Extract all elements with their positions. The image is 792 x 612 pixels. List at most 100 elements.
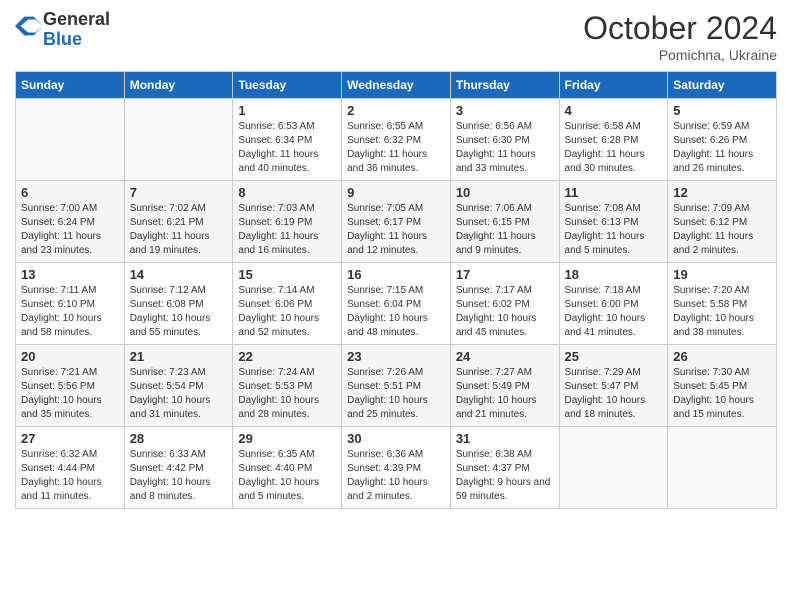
calendar-cell: 2 Sunrise: 6:55 AM Sunset: 6:32 PM Daylig…	[342, 99, 451, 181]
calendar-body: 1 Sunrise: 6:53 AM Sunset: 6:34 PM Daylig…	[16, 99, 777, 509]
day-number: 11	[565, 185, 663, 200]
day-info: Sunrise: 7:00 AM Sunset: 6:24 PM Dayligh…	[21, 202, 119, 258]
day-info: Sunrise: 7:14 AM Sunset: 6:06 PM Dayligh…	[238, 284, 336, 340]
calendar-cell	[124, 99, 233, 181]
day-number: 23	[347, 349, 445, 364]
calendar-cell: 26 Sunrise: 7:30 AM Sunset: 5:45 PM Dayli…	[668, 345, 777, 427]
calendar-cell: 30 Sunrise: 6:36 AM Sunset: 4:39 PM Dayli…	[342, 427, 451, 509]
day-info: Sunrise: 6:35 AM Sunset: 4:40 PM Dayligh…	[238, 448, 336, 504]
day-info: Sunrise: 6:59 AM Sunset: 6:26 PM Dayligh…	[673, 120, 771, 176]
day-info: Sunrise: 7:11 AM Sunset: 6:10 PM Dayligh…	[21, 284, 119, 340]
calendar-cell: 25 Sunrise: 7:29 AM Sunset: 5:47 PM Dayli…	[559, 345, 668, 427]
day-info: Sunrise: 7:30 AM Sunset: 5:45 PM Dayligh…	[673, 366, 771, 422]
page-header: General Blue October 2024 Pomichna, Ukra…	[15, 10, 777, 63]
day-info: Sunrise: 7:12 AM Sunset: 6:08 PM Dayligh…	[130, 284, 228, 340]
day-info: Sunrise: 7:27 AM Sunset: 5:49 PM Dayligh…	[456, 366, 554, 422]
calendar-cell: 22Sunrise: 7:24 AM Sunset: 5:53 PM Dayli…	[233, 345, 342, 427]
day-info: Sunrise: 7:21 AM Sunset: 5:56 PM Dayligh…	[21, 366, 119, 422]
col-header-monday: Monday	[124, 72, 233, 99]
day-info: Sunrise: 7:05 AM Sunset: 6:17 PM Dayligh…	[347, 202, 445, 258]
logo-blue: Blue	[43, 29, 82, 49]
day-info: Sunrise: 7:26 AM Sunset: 5:51 PM Dayligh…	[347, 366, 445, 422]
week-row-5: 27Sunrise: 6:32 AM Sunset: 4:44 PM Dayli…	[16, 427, 777, 509]
day-number: 6	[21, 185, 119, 200]
calendar-cell: 5 Sunrise: 6:59 AM Sunset: 6:26 PM Daylig…	[668, 99, 777, 181]
title-block: October 2024 Pomichna, Ukraine	[583, 10, 777, 63]
day-number: 24	[456, 349, 554, 364]
calendar-cell: 7 Sunrise: 7:02 AM Sunset: 6:21 PM Daylig…	[124, 181, 233, 263]
day-number: 8	[238, 185, 336, 200]
day-info: Sunrise: 7:18 AM Sunset: 6:00 PM Dayligh…	[565, 284, 663, 340]
calendar-cell: 13 Sunrise: 7:11 AM Sunset: 6:10 PM Dayli…	[16, 263, 125, 345]
day-info: Sunrise: 6:55 AM Sunset: 6:32 PM Dayligh…	[347, 120, 445, 176]
calendar-cell: 31 Sunrise: 6:38 AM Sunset: 4:37 PM Dayli…	[450, 427, 559, 509]
day-number: 29	[238, 431, 336, 446]
calendar-cell: 20Sunrise: 7:21 AM Sunset: 5:56 PM Dayli…	[16, 345, 125, 427]
day-number: 14	[130, 267, 228, 282]
day-number: 12	[673, 185, 771, 200]
calendar-cell	[559, 427, 668, 509]
day-info: Sunrise: 7:17 AM Sunset: 6:02 PM Dayligh…	[456, 284, 554, 340]
calendar-table: SundayMondayTuesdayWednesdayThursdayFrid…	[15, 71, 777, 509]
day-info: Sunrise: 7:20 AM Sunset: 5:58 PM Dayligh…	[673, 284, 771, 340]
logo-general: General	[43, 9, 110, 29]
calendar-cell: 4Sunrise: 6:58 AM Sunset: 6:28 PM Daylig…	[559, 99, 668, 181]
calendar-cell: 10Sunrise: 7:06 AM Sunset: 6:15 PM Dayli…	[450, 181, 559, 263]
day-number: 7	[130, 185, 228, 200]
day-number: 25	[565, 349, 663, 364]
col-header-wednesday: Wednesday	[342, 72, 451, 99]
calendar-cell: 1 Sunrise: 6:53 AM Sunset: 6:34 PM Daylig…	[233, 99, 342, 181]
day-info: Sunrise: 7:06 AM Sunset: 6:15 PM Dayligh…	[456, 202, 554, 258]
day-info: Sunrise: 7:08 AM Sunset: 6:13 PM Dayligh…	[565, 202, 663, 258]
calendar-cell: 12 Sunrise: 7:09 AM Sunset: 6:12 PM Dayli…	[668, 181, 777, 263]
calendar-cell: 19Sunrise: 7:20 AM Sunset: 5:58 PM Dayli…	[668, 263, 777, 345]
day-number: 3	[456, 103, 554, 118]
day-info: Sunrise: 7:02 AM Sunset: 6:21 PM Dayligh…	[130, 202, 228, 258]
day-number: 31	[456, 431, 554, 446]
calendar-cell: 8 Sunrise: 7:03 AM Sunset: 6:19 PM Daylig…	[233, 181, 342, 263]
calendar-cell: 24 Sunrise: 7:27 AM Sunset: 5:49 PM Dayli…	[450, 345, 559, 427]
day-number: 2	[347, 103, 445, 118]
col-header-thursday: Thursday	[450, 72, 559, 99]
col-header-saturday: Saturday	[668, 72, 777, 99]
calendar-cell: 17 Sunrise: 7:17 AM Sunset: 6:02 PM Dayli…	[450, 263, 559, 345]
calendar-cell: 3 Sunrise: 6:56 AM Sunset: 6:30 PM Daylig…	[450, 99, 559, 181]
day-number: 16	[347, 267, 445, 282]
col-header-sunday: Sunday	[16, 72, 125, 99]
calendar-cell: 29 Sunrise: 6:35 AM Sunset: 4:40 PM Dayli…	[233, 427, 342, 509]
day-info: Sunrise: 6:56 AM Sunset: 6:30 PM Dayligh…	[456, 120, 554, 176]
day-number: 26	[673, 349, 771, 364]
day-number: 5	[673, 103, 771, 118]
day-info: Sunrise: 6:38 AM Sunset: 4:37 PM Dayligh…	[456, 448, 554, 504]
day-info: Sunrise: 6:36 AM Sunset: 4:39 PM Dayligh…	[347, 448, 445, 504]
day-number: 13	[21, 267, 119, 282]
calendar-cell: 15 Sunrise: 7:14 AM Sunset: 6:06 PM Dayli…	[233, 263, 342, 345]
day-info: Sunrise: 7:29 AM Sunset: 5:47 PM Dayligh…	[565, 366, 663, 422]
week-row-2: 6 Sunrise: 7:00 AM Sunset: 6:24 PM Daylig…	[16, 181, 777, 263]
calendar-cell: 6 Sunrise: 7:00 AM Sunset: 6:24 PM Daylig…	[16, 181, 125, 263]
day-info: Sunrise: 7:09 AM Sunset: 6:12 PM Dayligh…	[673, 202, 771, 258]
week-row-3: 13 Sunrise: 7:11 AM Sunset: 6:10 PM Dayli…	[16, 263, 777, 345]
logo: General Blue	[15, 10, 110, 50]
location-subtitle: Pomichna, Ukraine	[583, 47, 777, 63]
day-info: Sunrise: 7:03 AM Sunset: 6:19 PM Dayligh…	[238, 202, 336, 258]
day-number: 22	[238, 349, 336, 364]
day-number: 18	[565, 267, 663, 282]
day-info: Sunrise: 6:33 AM Sunset: 4:42 PM Dayligh…	[130, 448, 228, 504]
day-info: Sunrise: 6:53 AM Sunset: 6:34 PM Dayligh…	[238, 120, 336, 176]
week-row-1: 1 Sunrise: 6:53 AM Sunset: 6:34 PM Daylig…	[16, 99, 777, 181]
month-title: October 2024	[583, 10, 777, 47]
day-number: 30	[347, 431, 445, 446]
calendar-cell: 28Sunrise: 6:33 AM Sunset: 4:42 PM Dayli…	[124, 427, 233, 509]
day-number: 17	[456, 267, 554, 282]
day-number: 27	[21, 431, 119, 446]
day-number: 9	[347, 185, 445, 200]
day-info: Sunrise: 6:58 AM Sunset: 6:28 PM Dayligh…	[565, 120, 663, 176]
calendar-cell: 9 Sunrise: 7:05 AM Sunset: 6:17 PM Daylig…	[342, 181, 451, 263]
calendar-cell	[668, 427, 777, 509]
day-number: 15	[238, 267, 336, 282]
calendar-cell: 16Sunrise: 7:15 AM Sunset: 6:04 PM Dayli…	[342, 263, 451, 345]
col-header-friday: Friday	[559, 72, 668, 99]
calendar-cell: 14 Sunrise: 7:12 AM Sunset: 6:08 PM Dayli…	[124, 263, 233, 345]
day-number: 1	[238, 103, 336, 118]
